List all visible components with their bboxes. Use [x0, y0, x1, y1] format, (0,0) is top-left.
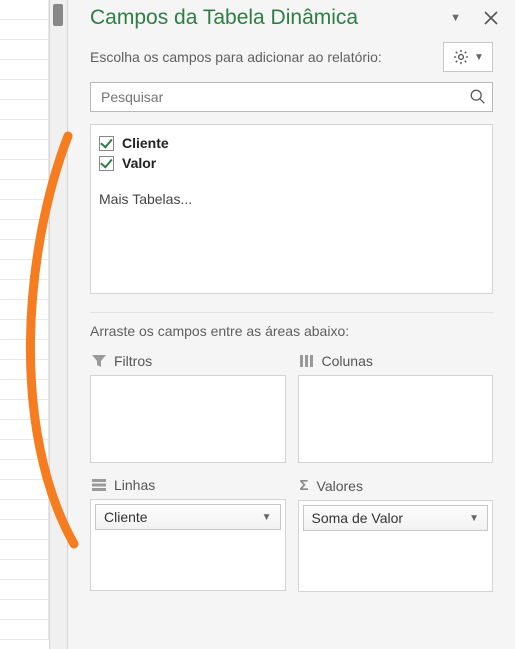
close-icon — [484, 11, 498, 25]
columns-icon — [300, 355, 314, 367]
gear-icon — [452, 48, 470, 66]
vertical-scrollbar-track[interactable] — [50, 0, 68, 649]
area-header-rows: Linhas — [90, 473, 286, 499]
search-field-wrap — [90, 82, 493, 112]
chevron-down-icon: ▼ — [474, 52, 484, 63]
area-label: Linhas — [114, 477, 155, 493]
drop-zone-rows[interactable]: Cliente ▼ — [90, 499, 286, 591]
chevron-down-icon: ▼ — [262, 512, 272, 523]
area-label: Filtros — [114, 353, 152, 369]
search-input[interactable] — [90, 82, 493, 112]
checkbox-icon[interactable] — [99, 156, 114, 171]
search-icon — [469, 88, 487, 106]
area-label: Valores — [317, 478, 363, 494]
title-dropdown-caret[interactable]: ▼ — [450, 12, 461, 24]
chevron-down-icon: ▼ — [469, 513, 479, 524]
area-columns: Colunas — [298, 349, 494, 463]
area-filters: Filtros — [90, 349, 286, 463]
pill-rows-cliente[interactable]: Cliente ▼ — [95, 504, 281, 530]
drag-fields-prompt: Arraste os campos entre as áreas abaixo: — [90, 323, 493, 339]
pivot-fields-pane: Campos da Tabela Dinâmica ▼ Escolha os c… — [68, 0, 515, 649]
area-label: Colunas — [322, 353, 373, 369]
filter-icon — [92, 355, 106, 367]
pill-label: Soma de Valor — [312, 510, 404, 526]
area-header-values: Σ Valores — [298, 473, 494, 500]
tools-button[interactable]: ▼ — [443, 42, 493, 72]
field-label: Valor — [122, 155, 156, 171]
pane-title: Campos da Tabela Dinâmica — [90, 6, 446, 30]
more-tables-link[interactable]: Mais Tabelas... — [99, 191, 484, 207]
area-header-filters: Filtros — [90, 349, 286, 375]
area-header-columns: Colunas — [298, 349, 494, 375]
spreadsheet-column-strip — [0, 0, 50, 649]
drop-zone-values[interactable]: Soma de Valor ▼ — [298, 500, 494, 592]
drop-zone-columns[interactable] — [298, 375, 494, 463]
add-fields-prompt: Escolha os campos para adicionar ao rela… — [90, 49, 433, 65]
rows-icon — [92, 479, 106, 491]
divider — [90, 312, 493, 313]
area-values: Σ Valores Soma de Valor ▼ — [298, 473, 494, 592]
vertical-scrollbar-thumb[interactable] — [53, 4, 63, 26]
checkbox-icon[interactable] — [99, 136, 114, 151]
pill-label: Cliente — [104, 509, 148, 525]
drop-areas-grid: Filtros Colunas Linhas — [90, 349, 493, 592]
field-label: Cliente — [122, 135, 169, 151]
close-button[interactable] — [479, 6, 503, 30]
field-item-cliente[interactable]: Cliente — [99, 133, 484, 153]
field-item-valor[interactable]: Valor — [99, 153, 484, 173]
sigma-icon: Σ — [300, 477, 309, 494]
field-list: Cliente Valor Mais Tabelas... — [90, 124, 493, 294]
pane-header: Campos da Tabela Dinâmica ▼ — [68, 0, 515, 36]
area-rows: Linhas Cliente ▼ — [90, 473, 286, 592]
drop-zone-filters[interactable] — [90, 375, 286, 463]
pill-values-soma-de-valor[interactable]: Soma de Valor ▼ — [303, 505, 489, 531]
